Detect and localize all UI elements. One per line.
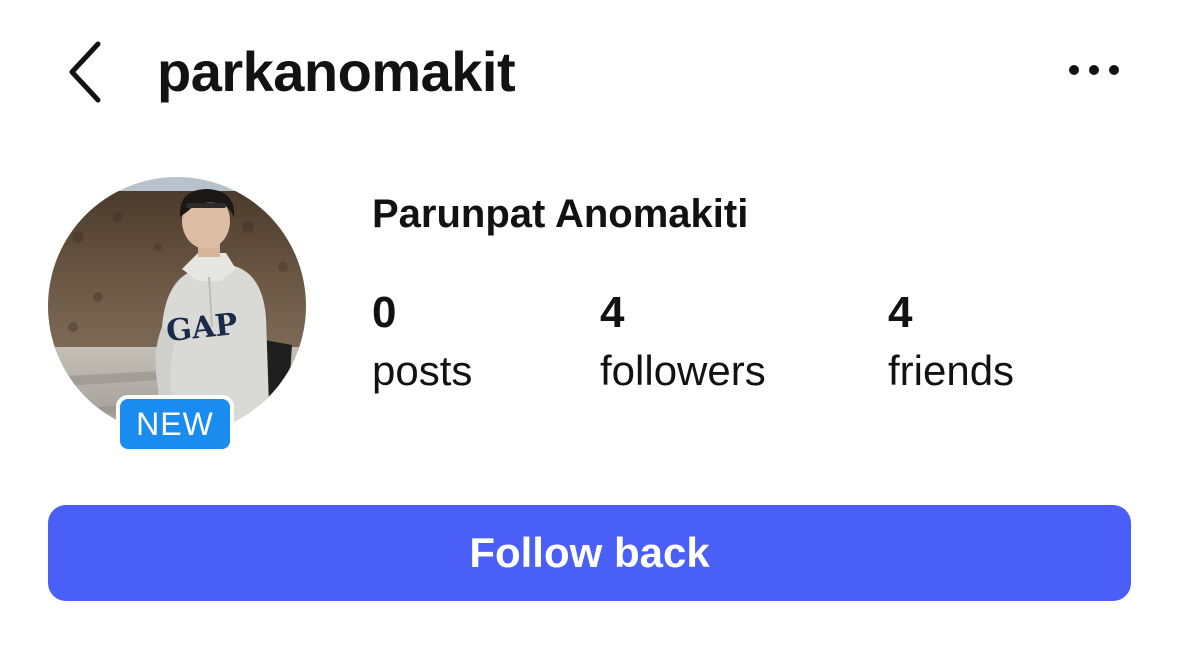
friends-count: 4: [888, 288, 913, 337]
more-horizontal-icon: [1069, 65, 1119, 75]
followers-count: 4: [600, 288, 625, 337]
back-button[interactable]: [58, 36, 114, 108]
follow-back-button[interactable]: Follow back: [48, 505, 1131, 601]
chevron-left-icon: [69, 41, 101, 103]
new-badge: NEW: [116, 395, 234, 453]
more-options-button[interactable]: [1062, 46, 1126, 94]
posts-stat[interactable]: 0 posts: [372, 284, 472, 400]
followers-stat[interactable]: 4 followers: [600, 284, 766, 400]
friends-stat[interactable]: 4 friends: [888, 284, 1014, 400]
posts-label: posts: [372, 347, 473, 394]
friends-label: friends: [888, 347, 1015, 394]
avatar-container[interactable]: GAP NEW: [48, 177, 306, 453]
svg-text:GAP: GAP: [165, 307, 240, 349]
followers-label: followers: [600, 347, 766, 394]
profile-page: parkanomakit GAP NEW Parunpat Anomakiti …: [0, 0, 1179, 671]
profile-full-name: Parunpat Anomakiti: [372, 192, 749, 236]
posts-count: 0: [372, 288, 397, 337]
profile-username: parkanomakit: [157, 40, 516, 103]
